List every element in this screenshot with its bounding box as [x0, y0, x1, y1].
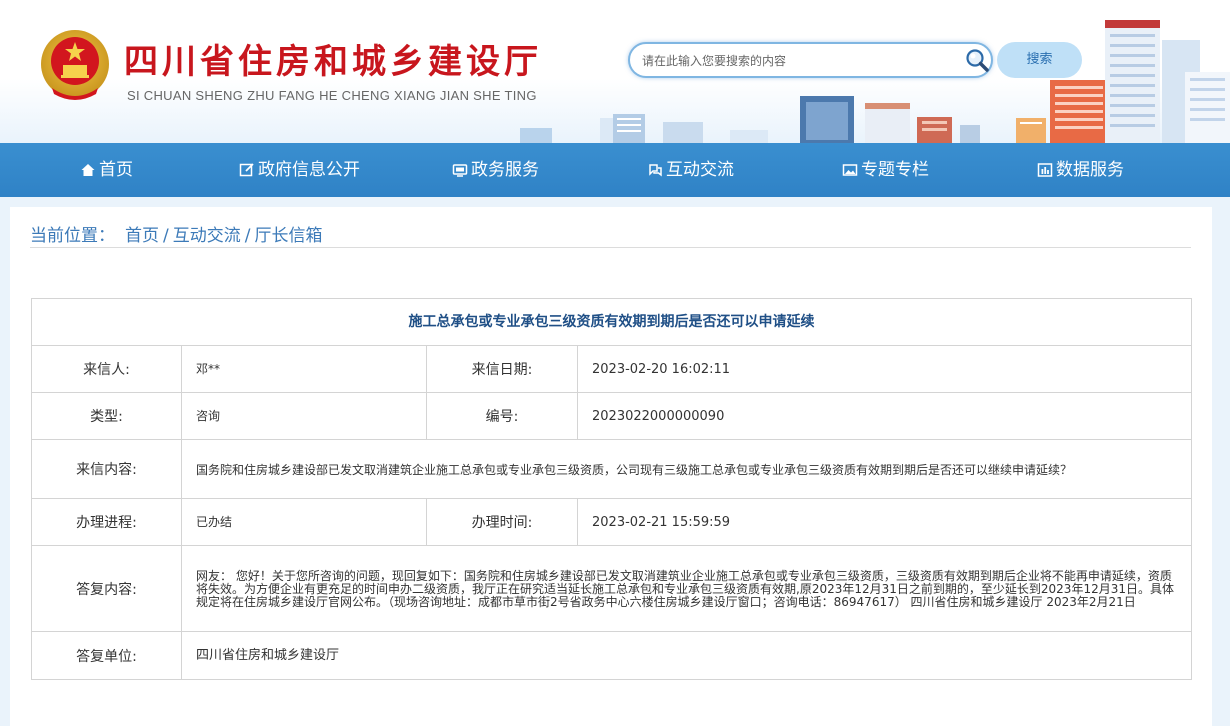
breadcrumb: 当前位置： 首页 / 互动交流 / 厅长信箱 — [30, 221, 322, 246]
nav-item-label: 专题专栏 — [861, 160, 929, 180]
breadcrumb-prefix: 当前位置： — [30, 226, 115, 246]
table-row: 类型: 咨询 编号: 2023022000000090 — [32, 393, 1191, 440]
nav-item-gov-info[interactable]: 政府信息公开 — [239, 143, 360, 197]
table-row: 办理进程: 已办结 办理时间: 2023-02-21 15:59:59 — [32, 499, 1191, 546]
chat-icon — [649, 164, 662, 177]
date-label: 来信日期: — [427, 346, 578, 392]
number-value: 2023022000000090 — [592, 408, 725, 424]
search-button[interactable]: 搜索 — [997, 42, 1082, 78]
breadcrumb-mailbox[interactable]: 厅长信箱 — [254, 226, 322, 246]
nav-item-topics[interactable]: 专题专栏 — [842, 143, 929, 197]
type-value: 咨询 — [182, 393, 427, 439]
breadcrumb-divider — [30, 247, 1191, 248]
search-box — [628, 42, 993, 78]
breadcrumb-sep: / — [163, 226, 169, 246]
chart-icon — [1037, 163, 1053, 177]
site-subtitle: SI CHUAN SHENG ZHU FANG HE CHENG XIANG J… — [127, 88, 537, 103]
nav-item-data[interactable]: 数据服务 — [1037, 143, 1124, 197]
nav-item-label: 首页 — [99, 160, 133, 180]
content-value: 国务院和住房城乡建设部已发文取消建筑企业施工总承包或专业承包三级资质，公司现有三… — [196, 462, 1073, 477]
letter-title: 施工总承包或专业承包三级资质有效期到期后是否还可以申请延续 — [32, 299, 1191, 346]
breadcrumb-sep: / — [244, 226, 251, 246]
letter-detail-table: 施工总承包或专业承包三级资质有效期到期后是否还可以申请延续 来信人: 邓** 来… — [31, 298, 1192, 680]
content-panel: 当前位置： 首页 / 互动交流 / 厅长信箱 施工总承包或专业承包三级资质有效期到期后是否… — [10, 207, 1212, 726]
breadcrumb-home[interactable]: 首页 — [125, 226, 159, 246]
progress-label: 办理进程: — [32, 499, 182, 545]
sender-value: 邓** — [182, 346, 427, 392]
nav-item-label: 互动交流 — [666, 160, 734, 180]
monitor-icon — [452, 164, 468, 177]
content-label: 来信内容: — [32, 440, 182, 498]
nav-item-interaction[interactable]: 互动交流 — [647, 143, 734, 197]
number-label: 编号: — [427, 393, 578, 439]
table-row: 来信内容: 国务院和住房城乡建设部已发文取消建筑企业施工总承包或专业承包三级资质… — [32, 440, 1191, 499]
table-row: 答复单位: 四川省住房和城乡建设厅 — [32, 632, 1191, 679]
nav-item-label: 政务服务 — [471, 160, 539, 180]
nav-item-label: 政府信息公开 — [258, 160, 360, 180]
time-value: 2023-02-21 15:59:59 — [592, 514, 731, 530]
nav-item-label: 数据服务 — [1056, 160, 1124, 180]
search-icon[interactable] — [964, 47, 990, 73]
main-nav: 首页 政府信息公开 政务服务 互动交流 专题专栏 数据服务 — [0, 143, 1230, 197]
image-icon — [842, 164, 858, 176]
table-row: 答复内容: 网友： 您好！关于您所咨询的问题，现回复如下：国务院和住房城乡建设部… — [32, 546, 1191, 632]
unit-value: 四川省住房和城乡建设厅 — [196, 648, 340, 663]
edit-icon — [239, 163, 254, 177]
reply-value: 网友： 您好！关于您所咨询的问题，现回复如下：国务院和住房城乡建设部已发文取消建… — [196, 569, 1174, 609]
national-emblem-icon — [41, 30, 109, 100]
breadcrumb-interaction[interactable]: 互动交流 — [173, 226, 241, 246]
time-label: 办理时间: — [427, 499, 578, 545]
date-value: 2023-02-20 16:02:11 — [592, 361, 731, 377]
sender-label: 来信人: — [32, 346, 182, 392]
search-input[interactable] — [642, 51, 952, 71]
site-header: 四川省住房和城乡建设厅 SI CHUAN SHENG ZHU FANG HE C… — [0, 0, 1230, 143]
nav-item-home[interactable]: 首页 — [80, 143, 133, 197]
progress-value: 已办结 — [182, 499, 427, 545]
nav-item-services[interactable]: 政务服务 — [452, 143, 539, 197]
unit-label: 答复单位: — [32, 632, 182, 679]
type-label: 类型: — [32, 393, 182, 439]
reply-label: 答复内容: — [32, 546, 182, 631]
table-row: 来信人: 邓** 来信日期: 2023-02-20 16:02:11 — [32, 346, 1191, 393]
home-icon — [81, 164, 95, 176]
